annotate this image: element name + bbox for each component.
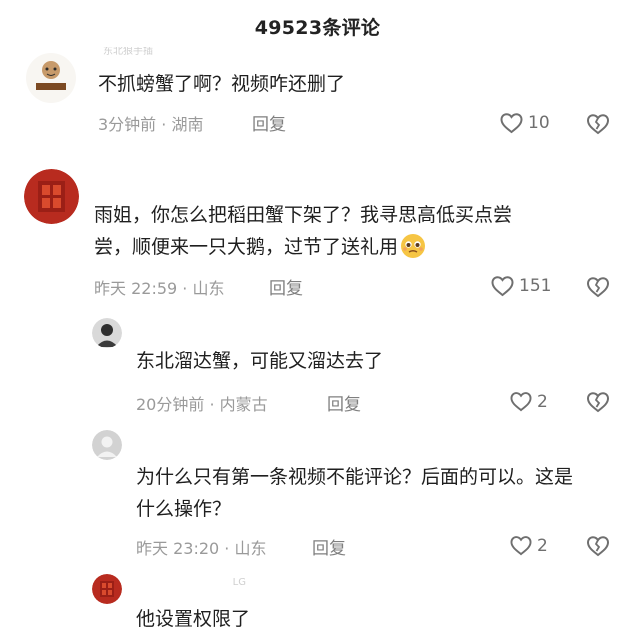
comments-screen: 49523条评论 东北狼手插 不抓螃蟹了啊？视频咋还删了 3分钟前 · 湖南 回… bbox=[0, 0, 635, 640]
heart-outline-icon bbox=[509, 535, 533, 556]
username[interactable]: LG bbox=[136, 578, 246, 588]
broken-heart-icon bbox=[586, 113, 610, 135]
heart-outline-icon bbox=[509, 391, 533, 412]
comment-text: 雨姐，你怎么把稻田蟹下架了？我寻思高低买点尝尝，顺便来一只大鹅，过节了送礼用 bbox=[94, 199, 526, 269]
reply-button[interactable]: 回复 bbox=[269, 274, 303, 299]
heart-outline-icon bbox=[490, 275, 515, 297]
broken-heart-icon bbox=[586, 391, 610, 413]
avatar[interactable] bbox=[26, 53, 76, 103]
like-count: 10 bbox=[528, 113, 550, 133]
avatar[interactable] bbox=[92, 574, 122, 604]
comment-meta: 昨天 22:59 · 山东 bbox=[94, 279, 225, 298]
pleading-face-icon bbox=[400, 233, 426, 269]
like-button[interactable]: 151 bbox=[490, 275, 551, 297]
like-button[interactable]: 2 bbox=[509, 391, 548, 412]
dislike-button[interactable] bbox=[586, 276, 610, 298]
heart-outline-icon bbox=[499, 112, 524, 134]
avatar[interactable] bbox=[24, 169, 79, 224]
reply-button[interactable]: 回复 bbox=[327, 390, 361, 415]
like-count: 151 bbox=[519, 276, 552, 296]
dislike-button[interactable] bbox=[586, 391, 610, 413]
comment-count-title: 49523条评论 bbox=[254, 16, 381, 39]
comment-text: 为什么只有第一条视频不能评论？后面的可以。这是什么操作？ bbox=[136, 466, 574, 520]
like-button[interactable]: 2 bbox=[509, 535, 548, 556]
reply-button[interactable]: 回复 bbox=[252, 110, 286, 135]
comment-meta: 20分钟前 · 内蒙古 bbox=[136, 395, 268, 414]
avatar[interactable] bbox=[92, 318, 122, 348]
comment-text: 不抓螃蟹了啊？视频咋还删了 bbox=[98, 73, 346, 95]
comments-header: 49523条评论 bbox=[0, 0, 635, 52]
dislike-button[interactable] bbox=[586, 113, 610, 135]
username[interactable] bbox=[136, 434, 196, 444]
dislike-button[interactable] bbox=[586, 535, 610, 557]
username[interactable] bbox=[94, 168, 214, 178]
comment-meta: 3分钟前 · 湖南 bbox=[98, 115, 204, 134]
like-count: 2 bbox=[537, 535, 548, 556]
comment-text-content: 雨姐，你怎么把稻田蟹下架了？我寻思高低买点尝尝，顺便来一只大鹅，过节了送礼用 bbox=[94, 204, 513, 258]
comment-text: 他设置权限了 bbox=[136, 608, 251, 630]
avatar[interactable] bbox=[92, 430, 122, 460]
like-button[interactable]: 10 bbox=[499, 112, 550, 134]
broken-heart-icon bbox=[586, 276, 610, 298]
reply-button[interactable]: 回复 bbox=[312, 534, 346, 559]
username[interactable] bbox=[136, 320, 206, 330]
comment-text: 东北溜达蟹，可能又溜达去了 bbox=[136, 350, 384, 372]
comment-meta: 昨天 23:20 · 山东 bbox=[136, 539, 267, 558]
like-count: 2 bbox=[537, 391, 548, 412]
username[interactable]: 东北狼手插 bbox=[103, 47, 243, 57]
broken-heart-icon bbox=[586, 535, 610, 557]
